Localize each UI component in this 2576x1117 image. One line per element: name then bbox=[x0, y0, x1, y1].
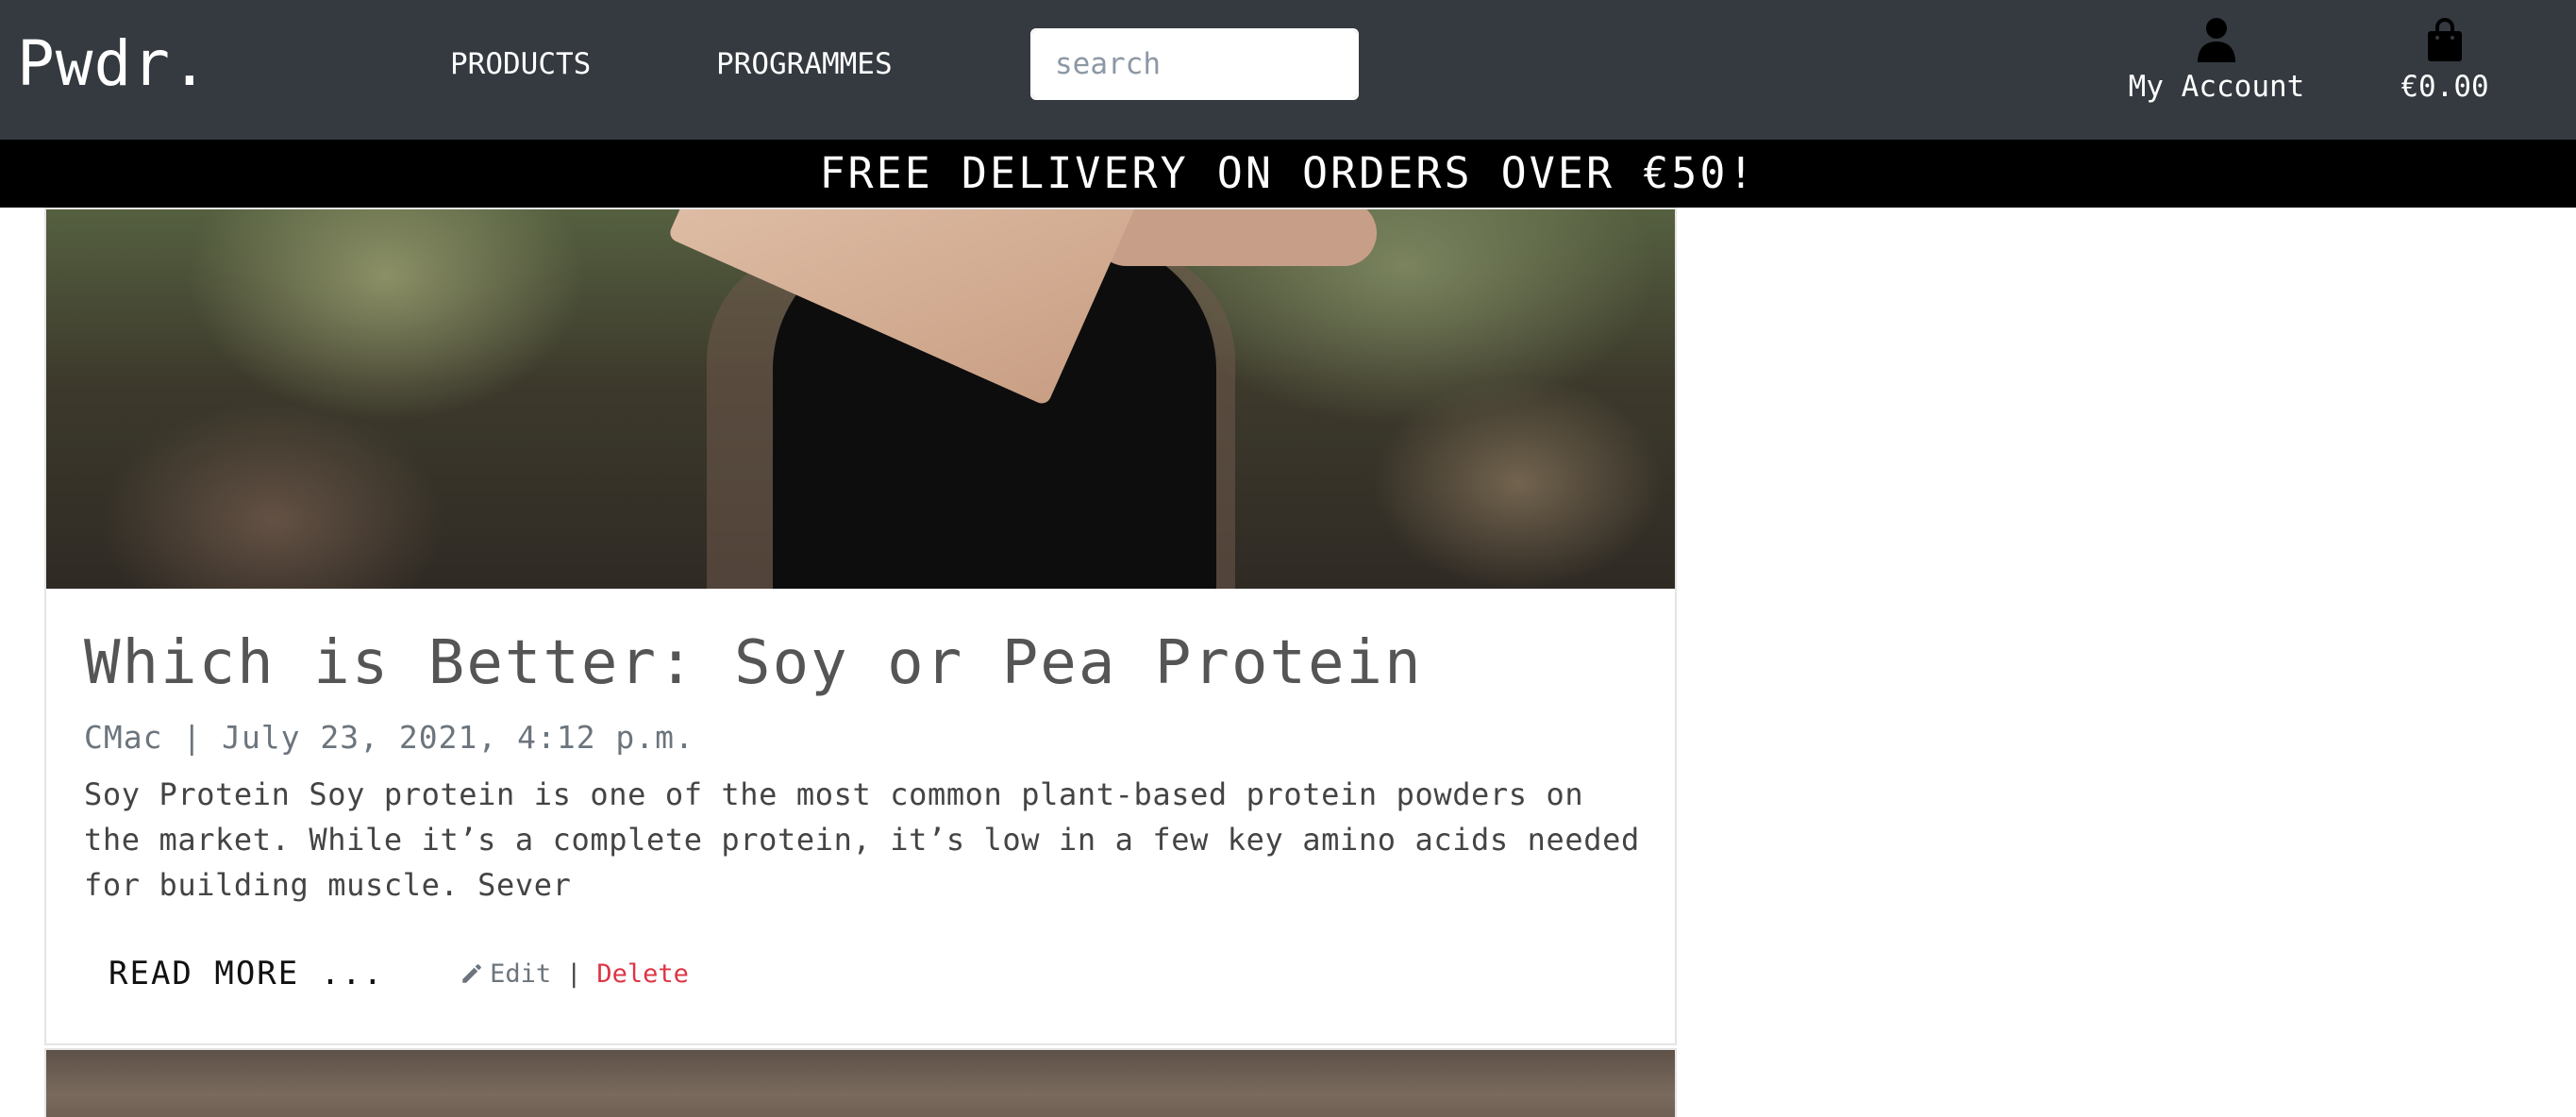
action-separator: | bbox=[566, 959, 582, 989]
nav-products[interactable]: PRODUCTS bbox=[450, 45, 591, 83]
post-title[interactable]: Which is Better: Soy or Pea Protein bbox=[84, 626, 1641, 700]
read-more-button[interactable]: READ MORE ... bbox=[84, 945, 409, 1002]
post-image[interactable] bbox=[46, 209, 1675, 589]
user-icon bbox=[2198, 18, 2235, 62]
next-post-card-image[interactable] bbox=[44, 1048, 1677, 1117]
image-hand-shape bbox=[1094, 209, 1377, 266]
my-account-link[interactable]: My Account bbox=[2119, 17, 2314, 106]
search-input[interactable] bbox=[1032, 30, 1357, 98]
shopping-bag-link[interactable]: €0.00 bbox=[2393, 17, 2497, 106]
delete-link[interactable]: Delete bbox=[596, 959, 689, 989]
search-form bbox=[1030, 28, 1359, 100]
brand-logo[interactable]: Pwdr. bbox=[17, 26, 209, 102]
post-body: Which is Better: Soy or Pea Protein CMac… bbox=[84, 589, 1641, 908]
top-navbar: Pwdr. PRODUCTS PROGRAMMES My Account bbox=[0, 0, 2576, 140]
admin-controls: Edit | Delete bbox=[460, 959, 689, 989]
delivery-banner: FREE DELIVERY ON ORDERS OVER €50! bbox=[0, 140, 2576, 208]
post-meta: CMac | July 23, 2021, 4:12 p.m. bbox=[84, 719, 694, 756]
bag-total: €0.00 bbox=[2400, 70, 2489, 104]
post-excerpt: Soy Protein Soy protein is one of the mo… bbox=[84, 776, 1640, 903]
post-actions: READ MORE ... Edit | Delete bbox=[84, 945, 689, 1002]
my-account-label: My Account bbox=[2128, 70, 2305, 104]
shopping-bag-icon bbox=[2428, 18, 2462, 61]
edit-label: Edit bbox=[490, 959, 552, 989]
nav-programmes[interactable]: PROGRAMMES bbox=[716, 45, 893, 83]
edit-link[interactable]: Edit bbox=[460, 959, 551, 989]
pencil-icon bbox=[462, 964, 481, 983]
page: Pwdr. PRODUCTS PROGRAMMES My Account bbox=[0, 0, 2576, 1117]
blog-post-card: Which is Better: Soy or Pea Protein CMac… bbox=[44, 208, 1677, 1045]
